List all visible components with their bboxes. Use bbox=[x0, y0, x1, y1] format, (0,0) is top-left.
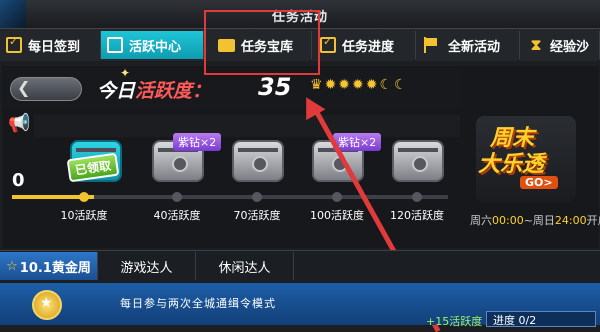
tab-new-events[interactable]: 全新活动 bbox=[416, 31, 520, 59]
sun-icon: ✹ bbox=[352, 77, 364, 93]
tab-label: 任务进度 bbox=[342, 39, 395, 55]
chevron-left-icon: ❮ bbox=[17, 78, 31, 97]
task-reward: +15活跃度 bbox=[426, 315, 483, 328]
promo-time-end: 24:00 bbox=[554, 214, 587, 227]
today-text: 今日 bbox=[97, 80, 136, 102]
tab-label: 休闲达人 bbox=[218, 260, 271, 276]
flag-icon bbox=[424, 37, 442, 53]
activity-text: 活跃度： bbox=[135, 80, 212, 102]
tab-label: 游戏达人 bbox=[120, 260, 173, 276]
milestone-dot bbox=[252, 192, 262, 202]
milestone-label: 10活跃度 bbox=[60, 209, 108, 222]
calendar-check-icon bbox=[6, 35, 22, 53]
hourglass-icon: ⧗ bbox=[530, 36, 542, 54]
milestone-dot bbox=[332, 192, 342, 202]
tab-casual-master[interactable]: 休闲达人 bbox=[196, 252, 294, 280]
reward-chest-70[interactable] bbox=[232, 140, 284, 182]
moon-icon: ☾ bbox=[379, 77, 393, 93]
milestone-label: 40活跃度 bbox=[153, 209, 201, 222]
star-icon: ☆ bbox=[6, 258, 18, 274]
promo-title-2: 大乐透 bbox=[478, 152, 545, 177]
promo-day-start: 周六 bbox=[470, 214, 492, 227]
medal-icon bbox=[32, 290, 62, 320]
milestone-dot bbox=[79, 192, 89, 202]
tab-task-progress[interactable]: 任务进度 bbox=[312, 31, 416, 59]
activity-level: ♛ ✹ ✹ ✹ ✹ ☾ ☾ bbox=[310, 77, 407, 93]
promo-day-end: ~周日 bbox=[523, 214, 555, 227]
milestone-dot bbox=[172, 192, 182, 202]
crown-icon: ♛ bbox=[310, 77, 323, 93]
milestone-label: 100活跃度 bbox=[310, 209, 364, 222]
tab-golden-week[interactable]: ☆ 10.1黄金周 bbox=[0, 252, 98, 280]
tab-daily-signin[interactable]: 每日签到 bbox=[0, 31, 101, 59]
progress-start-value: 0 bbox=[12, 170, 25, 191]
sun-icon: ✹ bbox=[338, 77, 351, 93]
promo-open-text: 开启 bbox=[586, 214, 600, 227]
promo-go-button[interactable]: GO> bbox=[520, 176, 558, 189]
megaphone-icon: 📢 bbox=[8, 113, 31, 134]
task-description: 每日参与两次全城通缉令模式 bbox=[120, 297, 276, 310]
tab-activity-center[interactable]: 活跃中心 bbox=[101, 31, 204, 59]
sun-icon: ✹ bbox=[365, 77, 378, 93]
tab-label: 全新活动 bbox=[448, 39, 501, 55]
milestone-label: 70活跃度 bbox=[233, 209, 281, 222]
tab-label: 10.1黄金周 bbox=[19, 260, 91, 276]
tab-label: 经验沙 bbox=[550, 39, 590, 55]
milestone-dot bbox=[412, 192, 422, 202]
notice-strip bbox=[34, 115, 460, 137]
highlight-box bbox=[204, 10, 320, 75]
tab-label: 活跃中心 bbox=[129, 39, 182, 55]
moon-icon: ☾ bbox=[394, 77, 407, 93]
today-activity-label: 今日活跃度： bbox=[97, 76, 211, 103]
tab-game-master[interactable]: 游戏达人 bbox=[98, 252, 196, 280]
sun-icon: ✹ bbox=[324, 77, 337, 93]
reward-chest-120[interactable] bbox=[392, 140, 444, 182]
milestone-label: 120活跃度 bbox=[390, 209, 444, 222]
calendar-icon bbox=[107, 37, 123, 53]
promo-time-start: 00:00 bbox=[492, 214, 524, 227]
back-button[interactable]: ❮ bbox=[10, 77, 82, 101]
activity-value: 35 bbox=[258, 73, 292, 101]
purple-diamond-badge: 紫钻×2 bbox=[173, 133, 222, 151]
promo-schedule: 周六00:00~周日24:00开启 bbox=[470, 212, 600, 228]
tab-exp-sand[interactable]: ⧗ 经验沙 bbox=[520, 31, 600, 59]
calendar-clock-icon bbox=[320, 35, 336, 53]
tab-label: 每日签到 bbox=[28, 39, 81, 55]
